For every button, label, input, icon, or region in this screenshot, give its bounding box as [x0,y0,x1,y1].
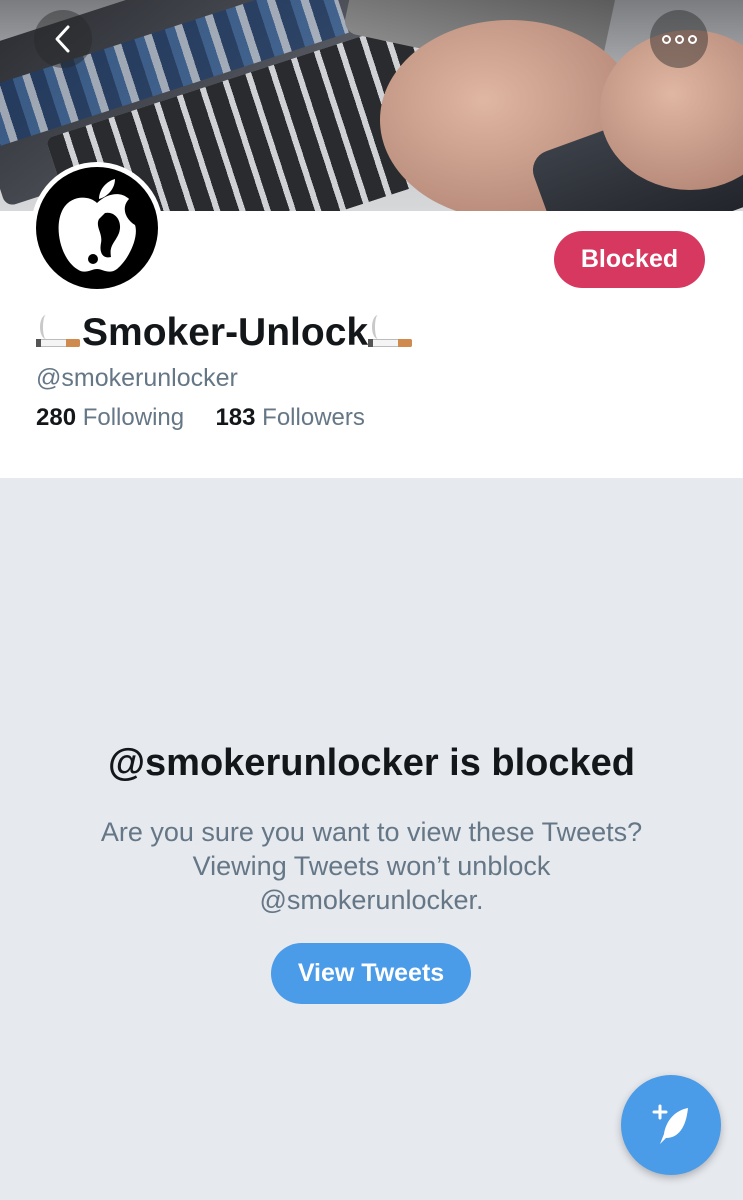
blocked-button-label: Blocked [580,245,679,273]
followers-link[interactable]: 183 Followers [215,404,364,431]
following-count: 280 [36,404,77,431]
following-label: Following [82,404,185,431]
avatar[interactable] [31,162,163,294]
profile-display-name: Smoker-Unlock [36,311,414,355]
compose-tweet-icon [652,1104,688,1144]
blocked-notice-line: Viewing Tweets won’t unblock [192,851,551,881]
blocked-notice-line: Are you sure you want to view these Twee… [100,817,643,847]
profile-stats: 280 Following 183 Followers [36,404,365,432]
blocked-notice-title: @smokerunlocker is blocked [107,742,636,784]
back-button[interactable] [34,10,92,68]
chevron-left-icon [55,25,70,53]
view-tweets-label: View Tweets [297,959,445,987]
blocked-notice-description: Are you sure you want to view these Twee… [60,815,683,917]
display-name-text: Smoker-Unlock [82,311,369,354]
cigarette-icon [36,313,82,353]
followers-label: Followers [262,404,365,431]
apple-logo-icon [58,179,136,272]
view-tweets-button[interactable]: View Tweets [271,943,471,1004]
cigarette-icon [368,313,414,353]
more-options-button[interactable] [650,10,708,68]
more-options-icon [661,34,697,44]
blocked-button[interactable]: Blocked [554,231,705,288]
following-link[interactable]: 280 Following [36,404,191,431]
followers-count: 183 [215,404,256,431]
profile-handle: @smokerunlocker [36,364,238,392]
compose-tweet-button[interactable] [621,1075,721,1175]
blocked-notice-line: @smokerunlocker. [259,885,484,915]
